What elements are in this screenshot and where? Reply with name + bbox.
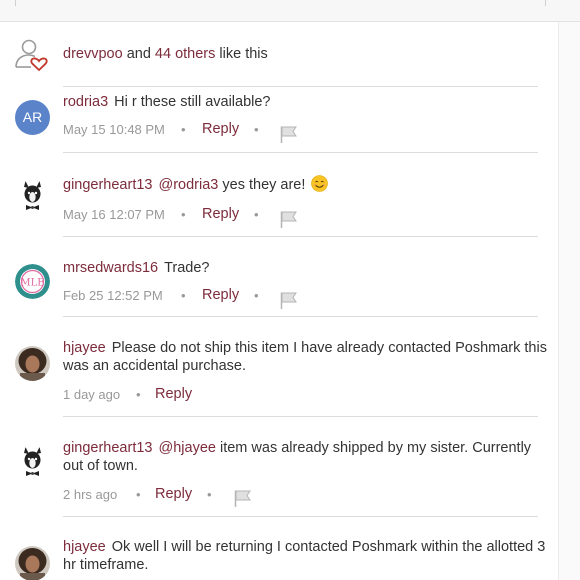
comment-text: rodria3 Hi r these still available? (63, 93, 553, 111)
avatar[interactable]: MLE (15, 264, 50, 299)
flag-icon[interactable] (280, 211, 298, 228)
comment-item: gingerheart13 @hjayee item was already sh… (0, 416, 558, 516)
comment-body: Trade? (164, 260, 210, 276)
flag-icon[interactable] (234, 490, 252, 507)
avatar[interactable] (15, 346, 50, 381)
likes-suffix: like this (219, 46, 268, 62)
smiling-face-icon (311, 175, 329, 192)
reply-button[interactable]: Reply (155, 485, 192, 503)
meta-separator: • (254, 122, 259, 137)
likes-summary: drevvpoo and 44 others like this (0, 22, 558, 86)
flag-icon[interactable] (280, 126, 298, 143)
meta-separator: • (136, 387, 141, 402)
comment-body: yes they are! (218, 177, 306, 193)
comment-username-link[interactable]: gingerheart13 (63, 440, 153, 456)
user-heart-icon[interactable] (13, 37, 49, 73)
top-toolbar-strip (0, 0, 580, 22)
meta-separator: • (254, 288, 259, 303)
meta-separator: • (254, 207, 259, 222)
liker-username-link[interactable]: drevvpoo (63, 46, 123, 62)
likes-text: drevvpoo and 44 others like this (63, 46, 268, 62)
mention-link[interactable]: @rodria3 (159, 177, 219, 193)
reply-button[interactable]: Reply (202, 205, 239, 223)
comment-text: gingerheart13 @rodria3 yes they are! (63, 175, 553, 194)
comment-item: AR rodria3 Hi r these still available? Ma… (0, 86, 558, 152)
avatar[interactable] (15, 546, 50, 580)
meta-separator: • (181, 288, 186, 303)
comment-text: gingerheart13 @hjayee item was already sh… (63, 439, 553, 475)
reply-button[interactable]: Reply (202, 120, 239, 138)
comment-timestamp: May 16 12:07 PM (63, 207, 165, 222)
mention-link[interactable]: @hjayee (159, 440, 216, 456)
avatar[interactable] (15, 180, 50, 215)
comment-username-link[interactable]: gingerheart13 (63, 177, 153, 193)
comment-item: MLE mrsedwards16 Trade? Feb 25 12:52 PM •… (0, 236, 558, 316)
comment-timestamp: May 15 10:48 PM (63, 122, 165, 137)
comment-body: Please do not ship this item I have alre… (63, 340, 547, 374)
comment-username-link[interactable]: hjayee (63, 539, 106, 555)
comment-text: hjayee Ok well I will be returning I cont… (63, 538, 553, 574)
comment-text: mrsedwards16 Trade? (63, 259, 553, 277)
meta-separator: • (181, 207, 186, 222)
meta-separator: • (207, 487, 212, 502)
scroll-gutter (558, 22, 580, 580)
comment-item: hjayee Ok well I will be returning I cont… (0, 516, 558, 580)
comment-body: Hi r these still available? (114, 94, 271, 110)
comment-username-link[interactable]: mrsedwards16 (63, 260, 158, 276)
avatar[interactable]: AR (15, 100, 50, 135)
monogram-text: MLE (20, 278, 44, 289)
meta-separator: • (181, 122, 186, 137)
comment-username-link[interactable]: hjayee (63, 340, 106, 356)
reply-button[interactable]: Reply (202, 286, 239, 304)
comment-body: Ok well I will be returning I contacted … (63, 539, 546, 573)
likes-connector: and (126, 46, 151, 62)
comment-timestamp: 2 hrs ago (63, 487, 118, 502)
avatar-initials: AR (22, 109, 43, 125)
comment-item: hjayee Please do not ship this item I hav… (0, 316, 558, 416)
avatar[interactable] (15, 446, 50, 481)
comment-item: gingerheart13 @rodria3 yes they are! May … (0, 152, 558, 236)
reply-button[interactable]: Reply (155, 385, 192, 403)
comment-timestamp: Feb 25 12:52 PM (63, 288, 163, 303)
meta-separator: • (136, 487, 141, 502)
flag-icon[interactable] (280, 292, 298, 309)
likes-count-link[interactable]: 44 others (155, 46, 215, 62)
comment-timestamp: 1 day ago (63, 387, 121, 402)
comment-text: hjayee Please do not ship this item I hav… (63, 339, 553, 375)
comment-username-link[interactable]: rodria3 (63, 94, 108, 110)
